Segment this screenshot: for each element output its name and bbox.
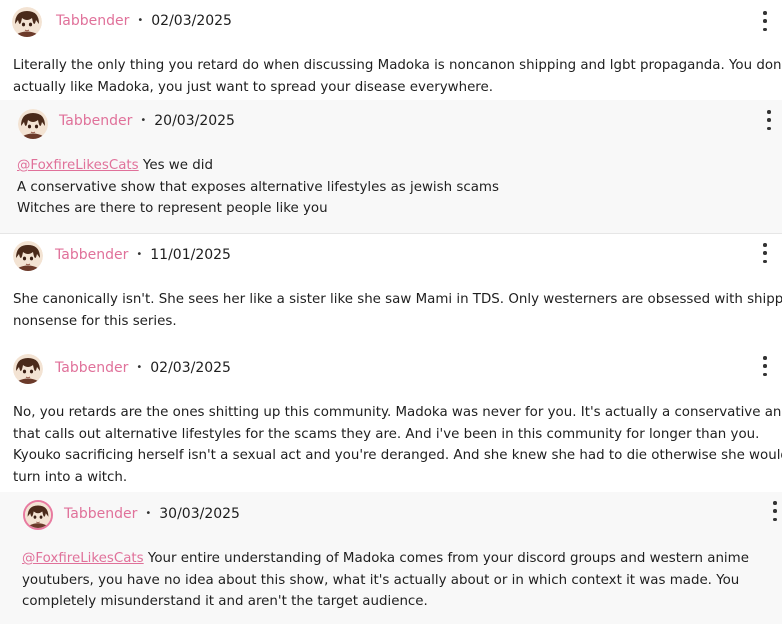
comment-text-line: Literally the only thing you retard do w… <box>13 58 782 73</box>
comment-text-line: youtubers, you have no idea about this s… <box>22 572 740 588</box>
avatar-icon <box>25 502 51 528</box>
comment-card: Tabbender • 02/03/2025 No, you retards a… <box>0 346 782 492</box>
comment-text-line: completely misunderstand it and aren't t… <box>22 594 428 609</box>
comment-text-line: Witches are there to represent people li… <box>17 201 328 216</box>
avatar-icon <box>18 109 48 139</box>
comment-date: 02/03/2025 <box>150 360 231 376</box>
more-vertical-icon <box>773 501 777 505</box>
comment-text-line: nonsense for this series. <box>13 313 177 329</box>
comment-text-line: She canonically isn't. She sees her like… <box>13 292 782 307</box>
comment-text-line: A conservative show that exposes alterna… <box>17 179 499 195</box>
comment-text-line: Kyouko sacrificing herself isn't a sexua… <box>13 448 782 463</box>
reply-card: Tabbender • 20/03/2025 @FoxfireLikesCats… <box>0 100 782 233</box>
meta-separator: • <box>140 115 147 126</box>
comment-meta: Tabbender • 11/01/2025 <box>55 247 231 263</box>
user-mention-link[interactable]: @FoxfireLikesCats <box>17 158 139 173</box>
reply-card: Tabbender • 30/03/2025 @FoxfireLikesCats… <box>0 492 782 624</box>
comment-text: Yes we did <box>138 158 213 173</box>
comment-date: 02/03/2025 <box>151 13 232 29</box>
avatar[interactable] <box>18 109 48 139</box>
avatar[interactable] <box>13 241 43 271</box>
comment-body: Literally the only thing you retard do w… <box>13 55 782 98</box>
comment-text-line: actually like Madoka, you just want to s… <box>13 79 494 95</box>
comment-meta: Tabbender • 30/03/2025 <box>64 506 240 522</box>
meta-separator: • <box>137 15 144 26</box>
avatar[interactable] <box>23 500 53 530</box>
comment-text: Your entire understanding of Madoka come… <box>143 551 749 566</box>
comment-text-line: @FoxfireLikesCats Yes we did <box>17 155 499 177</box>
username-link[interactable]: Tabbender <box>55 247 128 263</box>
comment-date: 11/01/2025 <box>150 247 231 263</box>
comment-body: @FoxfireLikesCats Yes we did A conservat… <box>17 155 499 220</box>
more-vertical-icon <box>763 11 767 15</box>
more-options-button[interactable] <box>761 356 769 376</box>
more-vertical-icon <box>763 356 767 360</box>
more-options-button[interactable] <box>765 110 773 130</box>
comment-meta: Tabbender • 02/03/2025 <box>55 360 231 376</box>
avatar-icon <box>13 241 43 271</box>
username-link[interactable]: Tabbender <box>59 113 132 129</box>
username-link[interactable]: Tabbender <box>64 506 137 522</box>
meta-separator: • <box>136 362 143 373</box>
avatar[interactable] <box>12 7 42 37</box>
user-mention-link[interactable]: @FoxfireLikesCats <box>22 551 144 566</box>
more-vertical-icon <box>767 110 771 114</box>
username-link[interactable]: Tabbender <box>56 13 129 29</box>
comment-body: @FoxfireLikesCats Your entire understand… <box>22 548 749 613</box>
comment-text-line: No, you retards are the ones shitting up… <box>13 405 782 420</box>
comment-card: Tabbender • 02/03/2025 Literally the onl… <box>0 0 782 100</box>
username-link[interactable]: Tabbender <box>55 360 128 376</box>
more-options-button[interactable] <box>761 243 769 263</box>
more-options-button[interactable] <box>761 11 769 31</box>
meta-separator: • <box>136 249 143 260</box>
comment-date: 20/03/2025 <box>154 113 235 129</box>
comment-card: Tabbender • 11/01/2025 She canonically i… <box>0 234 782 346</box>
comment-text-line: that calls out alternative lifestyles fo… <box>13 426 760 442</box>
avatar[interactable] <box>13 354 43 384</box>
comment-meta: Tabbender • 20/03/2025 <box>59 113 235 129</box>
avatar-icon <box>12 7 42 37</box>
comment-text-line: @FoxfireLikesCats Your entire understand… <box>22 548 749 570</box>
comment-text-line: turn into a witch. <box>13 469 128 485</box>
comment-meta: Tabbender • 02/03/2025 <box>56 13 232 29</box>
comment-body: She canonically isn't. She sees her like… <box>13 289 782 332</box>
comment-date: 30/03/2025 <box>159 506 240 522</box>
meta-separator: • <box>145 508 152 519</box>
avatar-icon <box>13 354 43 384</box>
more-options-button[interactable] <box>771 501 779 521</box>
more-vertical-icon <box>763 243 767 247</box>
comment-body: No, you retards are the ones shitting up… <box>13 402 782 488</box>
